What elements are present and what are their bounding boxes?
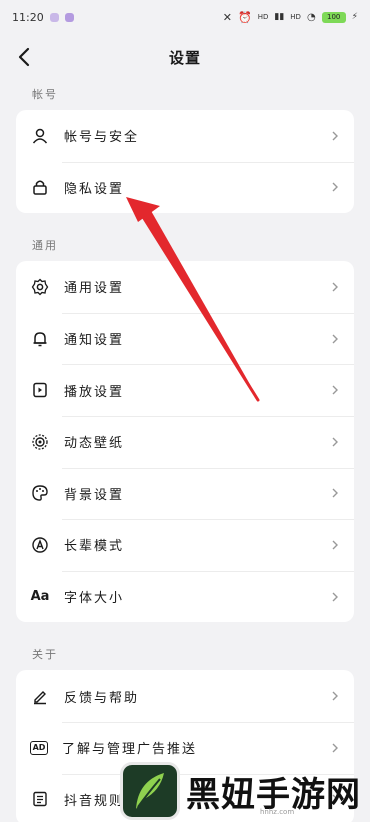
settings-item-label: 动态壁纸 <box>64 436 125 452</box>
settings-item-label: 长辈模式 <box>64 539 125 555</box>
settings-item-live-wallpaper[interactable]: 动态壁纸 <box>16 415 354 468</box>
settings-item-label: 背景设置 <box>64 487 125 503</box>
chevron-right-icon <box>332 743 338 753</box>
elder-mode-icon <box>30 535 50 555</box>
settings-item-privacy[interactable]: 隐私设置 <box>16 161 354 214</box>
settings-item-elder-mode[interactable]: 长辈模式 <box>16 519 354 571</box>
settings-item-account-security[interactable]: 帐号与安全 <box>16 110 354 162</box>
page-title: 设置 <box>168 48 201 67</box>
bell-icon <box>30 329 50 349</box>
app-notification-icon <box>64 12 74 22</box>
signal-hd-label-2: HD <box>290 13 301 21</box>
lock-icon <box>30 177 50 197</box>
settings-item-label: 字体大小 <box>64 591 125 607</box>
watermark-logo-icon <box>120 762 180 820</box>
gear-icon <box>30 277 50 297</box>
settings-item-playback[interactable]: 播放设置 <box>16 364 354 416</box>
chevron-right-icon <box>332 131 338 141</box>
status-bar: 11:20 ✕ ⏰ HD ▮▮ HD ◔ 100 ⚡ <box>0 0 370 34</box>
settings-item-label: 隐私设置 <box>64 181 125 197</box>
settings-item-label: 了解与管理广告推送 <box>62 742 198 758</box>
alarm-icon: ⏰ <box>238 10 252 24</box>
signal-hd-label: HD <box>257 13 269 21</box>
section-label-general: 通用 <box>32 239 58 253</box>
settings-item-background[interactable]: 背景设置 <box>16 467 354 520</box>
settings-item-font-size[interactable]: Aa 字体大小 <box>16 570 354 623</box>
user-icon <box>30 126 50 146</box>
chevron-right-icon <box>332 592 338 602</box>
chevron-right-icon <box>332 691 338 701</box>
mute-icon: ✕ <box>222 10 233 24</box>
watermark: 黑妞手游网 hnhz.com <box>120 760 370 822</box>
status-time: 11:20 <box>12 10 44 24</box>
rules-icon <box>30 789 50 809</box>
settings-item-general[interactable]: 通用设置 <box>16 261 354 313</box>
header: 设置 <box>0 34 370 80</box>
font-size-icon: Aa <box>30 589 50 605</box>
section-label-about: 关于 <box>32 648 58 662</box>
card-account: 帐号与安全 隐私设置 <box>16 110 354 214</box>
section-label-account: 帐号 <box>32 88 58 101</box>
card-general: 通用设置 通知设置 播放设置 动态壁纸 背景设置 长辈模式 Aa 字体大小 <box>16 261 354 623</box>
chevron-right-icon <box>332 540 338 550</box>
back-arrow-icon[interactable] <box>14 46 36 68</box>
edit-icon <box>30 686 50 706</box>
battery-icon: 100 <box>321 11 346 23</box>
status-right: ✕ ⏰ HD ▮▮ HD ◔ 100 ⚡ <box>223 11 358 24</box>
status-left: 11:20 <box>12 11 74 24</box>
chevron-right-icon <box>332 334 338 344</box>
settings-item-label: 反馈与帮助 <box>64 690 140 706</box>
settings-item-label: 播放设置 <box>64 384 125 400</box>
watermark-subtext: hnhz.com <box>260 808 295 816</box>
settings-item-feedback[interactable]: 反馈与帮助 <box>16 670 354 722</box>
wifi-icon: ◔ <box>306 11 316 23</box>
palette-icon <box>30 483 50 503</box>
chevron-right-icon <box>332 488 338 498</box>
settings-item-label: 通用设置 <box>64 281 125 297</box>
settings-item-label: 通知设置 <box>64 333 125 349</box>
settings-item-notifications[interactable]: 通知设置 <box>16 312 354 365</box>
notification-icon <box>49 12 59 22</box>
chevron-right-icon <box>332 437 338 447</box>
chevron-right-icon <box>332 385 338 395</box>
play-settings-icon <box>30 380 50 400</box>
chevron-right-icon <box>332 182 338 192</box>
settings-item-label: 帐号与安全 <box>64 130 140 146</box>
ad-icon: AD <box>30 740 48 755</box>
live-wallpaper-icon <box>30 432 50 452</box>
signal-icon: ▮▮ <box>274 12 285 22</box>
chevron-right-icon <box>332 282 338 292</box>
charging-icon: ⚡ <box>351 12 358 22</box>
